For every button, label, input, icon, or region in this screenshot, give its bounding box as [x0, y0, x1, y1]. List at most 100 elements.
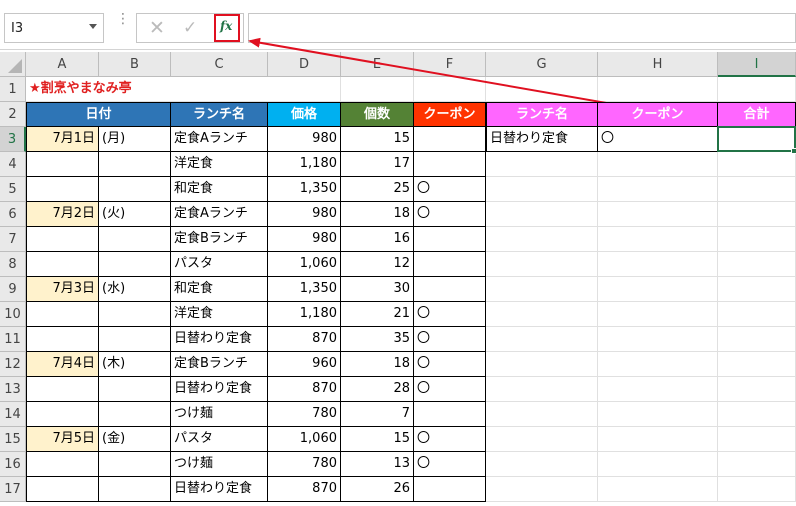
price-cell[interactable]: 780	[268, 402, 341, 427]
weekday-cell[interactable]	[99, 452, 171, 477]
weekday-cell[interactable]: (金)	[99, 427, 171, 452]
date-cell[interactable]	[26, 302, 99, 327]
cell[interactable]	[598, 452, 718, 477]
row-header-8[interactable]: 8	[0, 252, 26, 277]
date-cell[interactable]: 7月2日	[26, 202, 99, 227]
coupon-cell[interactable]: 〇	[414, 377, 486, 402]
cell[interactable]	[486, 402, 598, 427]
date-cell[interactable]: 7月4日	[26, 352, 99, 377]
cell[interactable]	[486, 452, 598, 477]
quantity-cell[interactable]: 18	[341, 352, 414, 377]
cell[interactable]	[486, 152, 598, 177]
cell[interactable]	[718, 252, 796, 277]
cell[interactable]	[718, 352, 796, 377]
cell[interactable]	[486, 427, 598, 452]
header-date[interactable]: 日付	[26, 102, 171, 127]
row-header-16[interactable]: 16	[0, 452, 26, 477]
cell[interactable]	[718, 377, 796, 402]
lunch-name-cell[interactable]: 洋定食	[171, 152, 268, 177]
cell[interactable]	[486, 202, 598, 227]
criteria-coupon[interactable]: 〇	[598, 127, 718, 152]
active-cell-outline[interactable]	[717, 126, 796, 152]
cell[interactable]	[718, 427, 796, 452]
weekday-cell[interactable]	[99, 377, 171, 402]
lunch-name-cell[interactable]: 日替わり定食	[171, 377, 268, 402]
weekday-cell[interactable]: (火)	[99, 202, 171, 227]
price-cell[interactable]: 980	[268, 227, 341, 252]
cell[interactable]	[718, 277, 796, 302]
price-cell[interactable]: 1,060	[268, 252, 341, 277]
quantity-cell[interactable]: 25	[341, 177, 414, 202]
row-header-14[interactable]: 14	[0, 402, 26, 427]
price-cell[interactable]: 1,350	[268, 177, 341, 202]
cell[interactable]	[486, 302, 598, 327]
cell[interactable]	[718, 302, 796, 327]
price-cell[interactable]: 870	[268, 377, 341, 402]
cancel-icon[interactable]: ✕	[149, 17, 165, 39]
formula-input[interactable]	[248, 13, 796, 43]
weekday-cell[interactable]	[99, 152, 171, 177]
column-header-h[interactable]: H	[598, 52, 718, 77]
header-quantity[interactable]: 個数	[341, 102, 414, 127]
lunch-name-cell[interactable]: 日替わり定食	[171, 327, 268, 352]
cell[interactable]	[718, 152, 796, 177]
row-header-1[interactable]: 1	[0, 77, 26, 102]
row-header-15[interactable]: 15	[0, 427, 26, 452]
header-price[interactable]: 価格	[268, 102, 341, 127]
cell[interactable]	[486, 352, 598, 377]
price-cell[interactable]: 870	[268, 477, 341, 502]
row-header-6[interactable]: 6	[0, 202, 26, 227]
price-cell[interactable]: 1,350	[268, 277, 341, 302]
coupon-cell[interactable]	[414, 127, 486, 152]
lunch-name-cell[interactable]: つけ麺	[171, 452, 268, 477]
quantity-cell[interactable]: 21	[341, 302, 414, 327]
date-cell[interactable]: 7月3日	[26, 277, 99, 302]
price-cell[interactable]: 960	[268, 352, 341, 377]
quantity-cell[interactable]: 28	[341, 377, 414, 402]
cell[interactable]	[598, 477, 718, 502]
lunch-name-cell[interactable]: 定食Bランチ	[171, 352, 268, 377]
coupon-cell[interactable]: 〇	[414, 452, 486, 477]
quantity-cell[interactable]: 15	[341, 427, 414, 452]
cell[interactable]	[598, 352, 718, 377]
cell[interactable]	[718, 77, 796, 102]
cell[interactable]	[486, 477, 598, 502]
criteria-header-lunch-name[interactable]: ランチ名	[486, 102, 598, 127]
price-cell[interactable]: 1,060	[268, 427, 341, 452]
cell[interactable]	[598, 427, 718, 452]
row-header-13[interactable]: 13	[0, 377, 26, 402]
cell[interactable]	[598, 402, 718, 427]
fill-handle[interactable]	[791, 148, 796, 154]
cell[interactable]	[486, 277, 598, 302]
cell[interactable]	[486, 252, 598, 277]
weekday-cell[interactable]: (水)	[99, 277, 171, 302]
cell[interactable]	[598, 202, 718, 227]
cell[interactable]	[718, 202, 796, 227]
row-header-3[interactable]: 3	[0, 127, 26, 152]
lunch-name-cell[interactable]: 定食Aランチ	[171, 202, 268, 227]
criteria-header-coupon[interactable]: クーポン	[598, 102, 718, 127]
quantity-cell[interactable]: 13	[341, 452, 414, 477]
lunch-name-cell[interactable]: 和定食	[171, 277, 268, 302]
column-header-b[interactable]: B	[99, 52, 171, 77]
row-header-2[interactable]: 2	[0, 102, 26, 127]
header-total[interactable]: 合計	[718, 102, 796, 127]
quantity-cell[interactable]: 17	[341, 152, 414, 177]
quantity-cell[interactable]: 7	[341, 402, 414, 427]
row-header-5[interactable]: 5	[0, 177, 26, 202]
cell[interactable]	[598, 227, 718, 252]
cell[interactable]	[486, 77, 598, 102]
date-cell[interactable]	[26, 452, 99, 477]
coupon-cell[interactable]: 〇	[414, 427, 486, 452]
quantity-cell[interactable]: 26	[341, 477, 414, 502]
sheet-title[interactable]: ★割烹やまなみ亭	[26, 77, 326, 102]
fx-icon[interactable]: fx	[214, 14, 240, 42]
coupon-cell[interactable]	[414, 477, 486, 502]
criteria-lunch-name[interactable]: 日替わり定食	[486, 127, 598, 152]
quantity-cell[interactable]: 30	[341, 277, 414, 302]
quantity-cell[interactable]: 12	[341, 252, 414, 277]
chevron-down-icon[interactable]	[89, 24, 97, 29]
coupon-cell[interactable]: 〇	[414, 352, 486, 377]
cell[interactable]	[414, 77, 486, 102]
date-cell[interactable]	[26, 227, 99, 252]
